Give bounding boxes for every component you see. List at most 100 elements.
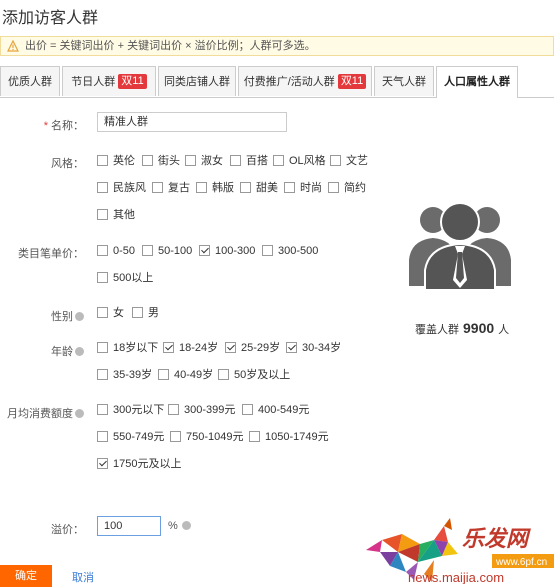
style-option-retro[interactable]: 复古 [152, 182, 190, 195]
style-option-ethnic[interactable]: 民族风 [97, 182, 146, 195]
price-option-50-100[interactable]: 50-100 [142, 245, 192, 258]
style-option-korean[interactable]: 韩版 [196, 182, 234, 195]
gender-label: 性别 [20, 308, 84, 324]
tab-holiday-crowd[interactable]: 节日人群 双11 [62, 66, 156, 96]
checkbox-checked[interactable] [97, 458, 108, 469]
style-option-simple[interactable]: 简约 [328, 182, 366, 195]
checkbox[interactable] [242, 404, 253, 415]
style-option-other[interactable]: 其他 [97, 209, 135, 222]
checkbox[interactable] [230, 155, 241, 166]
gender-option-female[interactable]: 女 [97, 307, 124, 320]
checkbox-checked[interactable] [286, 342, 297, 353]
premium-label: 溢价： [51, 524, 84, 536]
checkbox[interactable] [97, 272, 108, 283]
option-label: 500以上 [113, 272, 154, 284]
tab-weather-crowd[interactable]: 天气人群 [374, 66, 434, 96]
tab-similar-shop-crowd[interactable]: 同类店铺人群 [158, 66, 236, 96]
checkbox[interactable] [142, 155, 153, 166]
help-icon[interactable] [181, 521, 191, 530]
option-label: 300元以下 [113, 404, 165, 416]
age-option-40-49[interactable]: 40-49岁 [158, 369, 213, 382]
option-label: 女 [113, 307, 124, 319]
checkbox-checked[interactable] [163, 342, 174, 353]
name-input[interactable]: 精准人群 [97, 112, 287, 132]
checkbox[interactable] [97, 369, 108, 380]
checkbox[interactable] [97, 155, 108, 166]
age-option-35-39[interactable]: 35-39岁 [97, 369, 152, 382]
option-label: 400-549元 [258, 404, 310, 416]
cancel-link[interactable]: 取消 [72, 569, 94, 585]
checkbox[interactable] [262, 245, 273, 256]
style-option-lady[interactable]: 淑女 [185, 155, 223, 168]
checkbox[interactable] [97, 182, 108, 193]
spend-option-300-399[interactable]: 300-399元 [168, 404, 235, 417]
checkbox[interactable] [240, 182, 251, 193]
spend-option-1750-plus[interactable]: 1750元及以上 [97, 458, 181, 471]
tab-premium-crowd[interactable]: 优质人群 [0, 66, 60, 96]
age-option-18-24[interactable]: 18-24岁 [163, 342, 218, 355]
checkbox[interactable] [330, 155, 341, 166]
double11-badge: 双11 [337, 74, 367, 89]
age-option-under-18[interactable]: 18岁以下 [97, 342, 158, 355]
warning-icon [7, 40, 19, 52]
style-option-street[interactable]: 街头 [142, 155, 180, 168]
age-option-50-plus[interactable]: 50岁及以上 [218, 369, 290, 382]
premium-input[interactable]: 100 [97, 516, 161, 536]
checkbox[interactable] [97, 245, 108, 256]
checkbox[interactable] [97, 431, 108, 442]
tab-demographic-crowd[interactable]: 人口属性人群 [436, 66, 518, 98]
premium-unit: % [168, 520, 191, 532]
option-label: 甜美 [256, 182, 278, 194]
spend-option-400-549[interactable]: 400-549元 [242, 404, 309, 417]
checkbox[interactable] [97, 209, 108, 220]
coverage-count: 覆盖人群 9900 人 [415, 320, 509, 337]
checkbox[interactable] [218, 369, 229, 380]
age-label-text: 年龄 [51, 346, 73, 358]
spend-option-under-300[interactable]: 300元以下 [97, 404, 164, 417]
option-label: OL风格 [289, 155, 326, 167]
checkbox-checked[interactable] [225, 342, 236, 353]
style-option-artsy[interactable]: 文艺 [330, 155, 368, 168]
checkbox[interactable] [97, 307, 108, 318]
checkbox[interactable] [273, 155, 284, 166]
price-option-300-500[interactable]: 300-500 [262, 245, 318, 258]
price-option-100-300[interactable]: 100-300 [199, 245, 255, 258]
price-option-500-plus[interactable]: 500以上 [97, 272, 153, 285]
style-option-british[interactable]: 英伦 [97, 155, 135, 168]
style-option-versatile[interactable]: 百搭 [230, 155, 268, 168]
checkbox[interactable] [158, 369, 169, 380]
checkbox[interactable] [132, 307, 143, 318]
style-option-sweet[interactable]: 甜美 [240, 182, 278, 195]
style-option-fashion[interactable]: 时尚 [284, 182, 322, 195]
watermark-url: news.maijia.com [408, 570, 504, 584]
checkbox[interactable] [168, 404, 179, 415]
checkbox[interactable] [185, 155, 196, 166]
tab-label: 人口属性人群 [444, 76, 510, 88]
checkbox[interactable] [97, 404, 108, 415]
age-option-25-29[interactable]: 25-29岁 [225, 342, 280, 355]
checkbox[interactable] [196, 182, 207, 193]
tab-paid-promotion-crowd[interactable]: 付费推广/活动人群 双11 [238, 66, 372, 96]
spend-option-550-749[interactable]: 550-749元 [97, 431, 164, 444]
spend-option-1050-1749[interactable]: 1050-1749元 [249, 431, 329, 444]
help-icon[interactable] [75, 347, 84, 356]
tab-label: 同类店铺人群 [164, 76, 230, 88]
style-option-ol[interactable]: OL风格 [273, 155, 326, 168]
gender-option-male[interactable]: 男 [132, 307, 159, 320]
age-option-30-34[interactable]: 30-34岁 [286, 342, 341, 355]
checkbox[interactable] [284, 182, 295, 193]
checkbox[interactable] [152, 182, 163, 193]
spend-option-750-1049[interactable]: 750-1049元 [170, 431, 244, 444]
option-label: 文艺 [346, 155, 368, 167]
help-icon[interactable] [75, 409, 84, 418]
checkbox[interactable] [249, 431, 260, 442]
checkbox[interactable] [97, 342, 108, 353]
checkbox[interactable] [328, 182, 339, 193]
unit-price-label: 类目笔单价： [18, 248, 84, 260]
help-icon[interactable] [75, 312, 84, 321]
checkbox[interactable] [170, 431, 181, 442]
checkbox[interactable] [142, 245, 153, 256]
price-option-0-50[interactable]: 0-50 [97, 245, 135, 258]
percent-sign: % [168, 520, 178, 532]
checkbox-checked[interactable] [199, 245, 210, 256]
